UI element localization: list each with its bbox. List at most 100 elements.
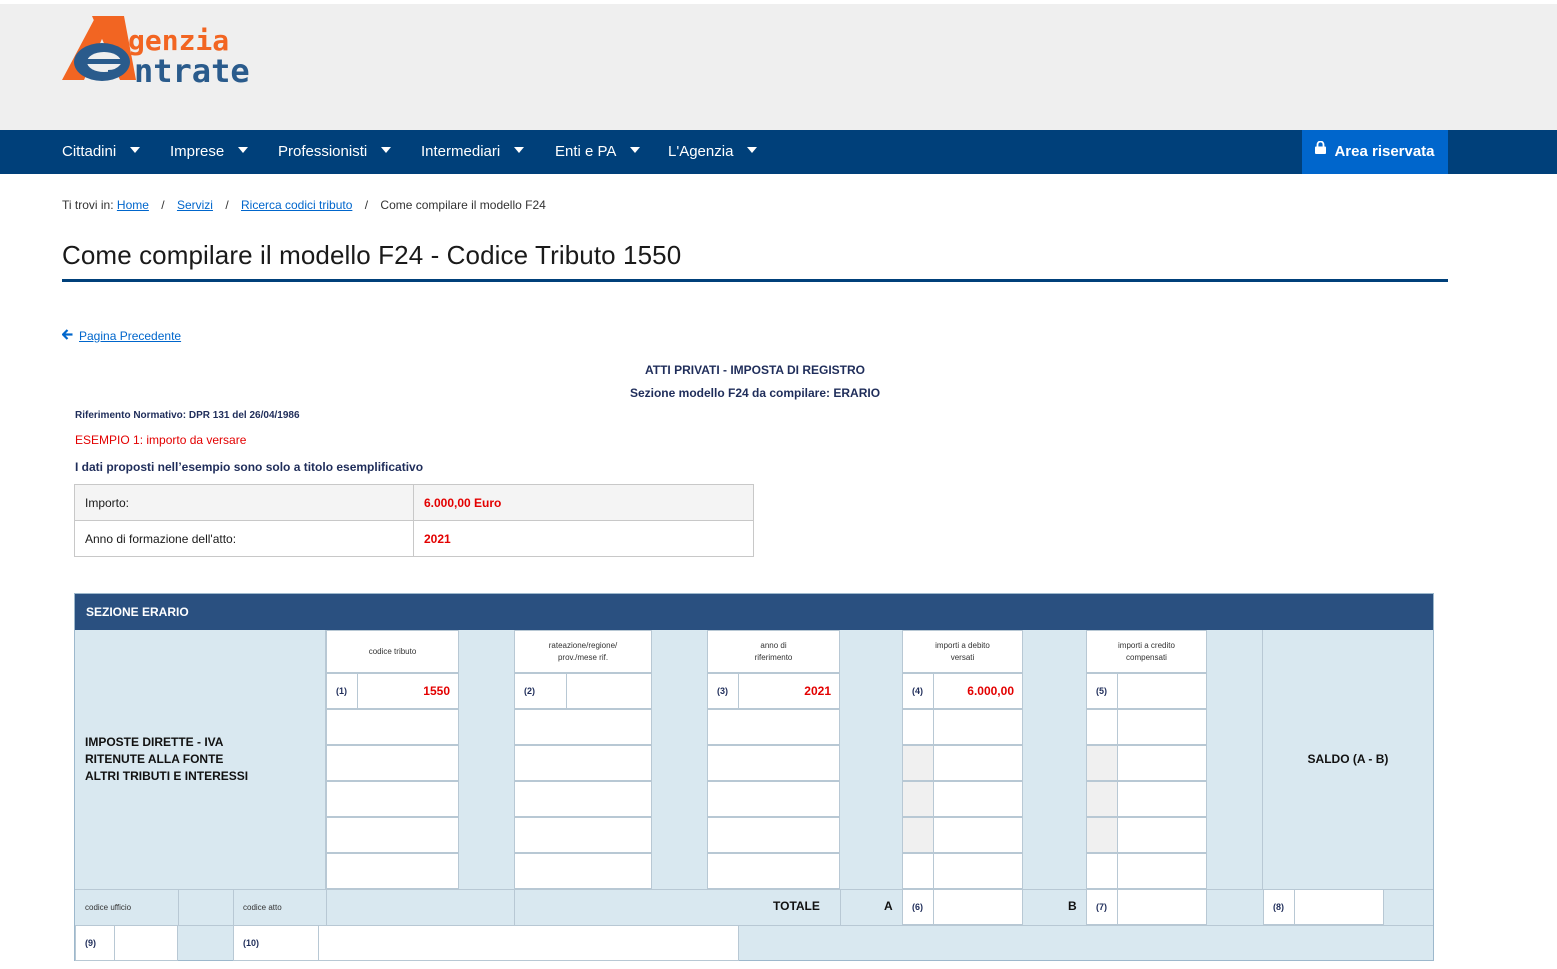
column-divider [325, 630, 326, 889]
importo-debito-field[interactable] [933, 709, 1023, 745]
rateazione-field[interactable] [566, 673, 652, 709]
field-num-cell [1086, 709, 1118, 745]
breadcrumb-home-link[interactable]: Home [117, 198, 149, 212]
col-label: anno di [760, 641, 787, 650]
caret-down-icon [238, 147, 249, 154]
nav-item-agenzia[interactable]: L'Agenzia [668, 130, 758, 174]
anno-field[interactable] [707, 745, 840, 781]
totale-debito-field[interactable] [933, 889, 1023, 925]
anno-riferimento-header: anno di riferimento [707, 630, 840, 673]
agenzia-entrate-logo[interactable]: genzia ntrate [62, 12, 302, 92]
importo-credito-field[interactable] [1117, 673, 1207, 709]
field-num-8: (8) [1263, 889, 1295, 925]
breadcrumb-servizi-link[interactable]: Servizi [177, 198, 213, 212]
field-num-cell [902, 709, 934, 745]
field-num-cell [902, 745, 934, 781]
field-num-cell [1086, 781, 1118, 817]
anno-field[interactable]: 2021 [738, 673, 840, 709]
field-num-cell [902, 817, 934, 853]
riferimento-normativo: Riferimento Normativo: DPR 131 del 26/04… [75, 410, 300, 421]
field-num-10: (10) [233, 925, 319, 961]
anno-value: 2021 [413, 520, 754, 557]
title-divider [62, 279, 1448, 282]
caret-down-icon [630, 147, 641, 154]
codice-tributo-field[interactable]: 1550 [357, 673, 459, 709]
anno-label: Anno di formazione dell'atto: [74, 520, 414, 557]
anno-field[interactable] [707, 709, 840, 745]
importo-debito-field[interactable] [933, 853, 1023, 889]
codice-tributo-field[interactable] [326, 709, 459, 745]
logo-mark-icon: genzia ntrate [62, 16, 250, 90]
rateazione-field[interactable] [514, 853, 652, 889]
field-number: (6) [912, 902, 923, 912]
field-number: (2) [524, 686, 535, 696]
caret-down-icon [514, 147, 525, 154]
area-riservata-button[interactable]: Area riservata [1302, 130, 1448, 174]
importo-credito-field[interactable] [1117, 745, 1207, 781]
nav-item-professionisti[interactable]: Professionisti [278, 130, 392, 174]
totale-credito-field[interactable] [1117, 889, 1207, 925]
importo-credito-field[interactable] [1117, 781, 1207, 817]
col-label: codice tributo [368, 647, 417, 656]
codice-atto-field[interactable] [318, 925, 739, 961]
lock-icon [1315, 128, 1327, 172]
codice-tributo-header: codice tributo [326, 630, 459, 673]
saldo-label: SALDO (A - B) [1307, 752, 1389, 766]
importo-credito-field[interactable] [1117, 817, 1207, 853]
anno-field[interactable] [707, 817, 840, 853]
anno-field[interactable] [707, 781, 840, 817]
importo-value: 6.000,00 Euro [413, 484, 754, 521]
anno-field[interactable] [707, 853, 840, 889]
codice-ufficio-field[interactable] [114, 925, 178, 961]
col-label: prov./mese rif. [557, 653, 609, 662]
importo-credito-field[interactable] [1117, 709, 1207, 745]
importo-debito-field[interactable] [933, 745, 1023, 781]
codice-tributo-field[interactable] [326, 745, 459, 781]
nav-label: Intermediari [421, 143, 501, 160]
nav-item-enti-pa[interactable]: Enti e PA [555, 130, 641, 174]
table-row: Importo: 6.000,00 Euro [74, 484, 754, 521]
rateazione-field[interactable] [514, 781, 652, 817]
col-label: compensati [1126, 653, 1167, 662]
field-number: (5) [1096, 686, 1107, 696]
field-number: (9) [85, 938, 96, 948]
importo-debito-field[interactable] [933, 781, 1023, 817]
field-num-1: (1) [326, 673, 358, 709]
importo-credito-field[interactable] [1117, 853, 1207, 889]
rateazione-field[interactable] [514, 745, 652, 781]
breadcrumb-ricerca-link[interactable]: Ricerca codici tributo [241, 198, 352, 212]
arrow-left-icon [61, 329, 73, 343]
field-num-7: (7) [1086, 889, 1118, 925]
field-num-9: (9) [75, 925, 115, 961]
rateazione-field[interactable] [514, 709, 652, 745]
f24-erario-form: SEZIONE ERARIO IMPOSTE DIRETTE - IVA RIT… [74, 593, 1434, 961]
field-number: (8) [1273, 902, 1284, 912]
rateazione-header: rateazione/regione/ prov./mese rif. [514, 630, 652, 673]
importo-debito-field[interactable] [933, 817, 1023, 853]
column-divider [840, 889, 841, 925]
back-link[interactable]: Pagina Precedente [61, 329, 182, 344]
field-num-cell [902, 781, 934, 817]
importo-debito-field[interactable]: 6.000,00 [933, 673, 1023, 709]
codice-tributo-field[interactable] [326, 853, 459, 889]
codice-tributo-field[interactable] [326, 781, 459, 817]
breadcrumb: Ti trovi in: Home / Servizi / Ricerca co… [62, 198, 546, 212]
f24-side-label: IMPOSTE DIRETTE - IVA RITENUTE ALLA FONT… [85, 734, 248, 785]
nav-item-intermediari[interactable]: Intermediari [421, 130, 525, 174]
nav-item-cittadini[interactable]: Cittadini [62, 130, 141, 174]
esempio-title: ESEMPIO 1: importo da versare [75, 433, 247, 447]
codice-tributo-field[interactable] [326, 817, 459, 853]
column-divider [326, 889, 327, 925]
table-row: Anno di formazione dell'atto: 2021 [74, 520, 754, 557]
col-label: riferimento [754, 653, 793, 662]
importo-label: Importo: [74, 484, 414, 521]
caret-down-icon [747, 147, 758, 154]
field-number: (7) [1096, 902, 1107, 912]
col-label: importi a credito [1118, 641, 1175, 650]
back-link-label: Pagina Precedente [79, 329, 182, 343]
field-num-4: (4) [902, 673, 934, 709]
saldo-field[interactable] [1294, 889, 1384, 925]
field-num-cell [1086, 817, 1118, 853]
rateazione-field[interactable] [514, 817, 652, 853]
nav-item-imprese[interactable]: Imprese [170, 130, 249, 174]
